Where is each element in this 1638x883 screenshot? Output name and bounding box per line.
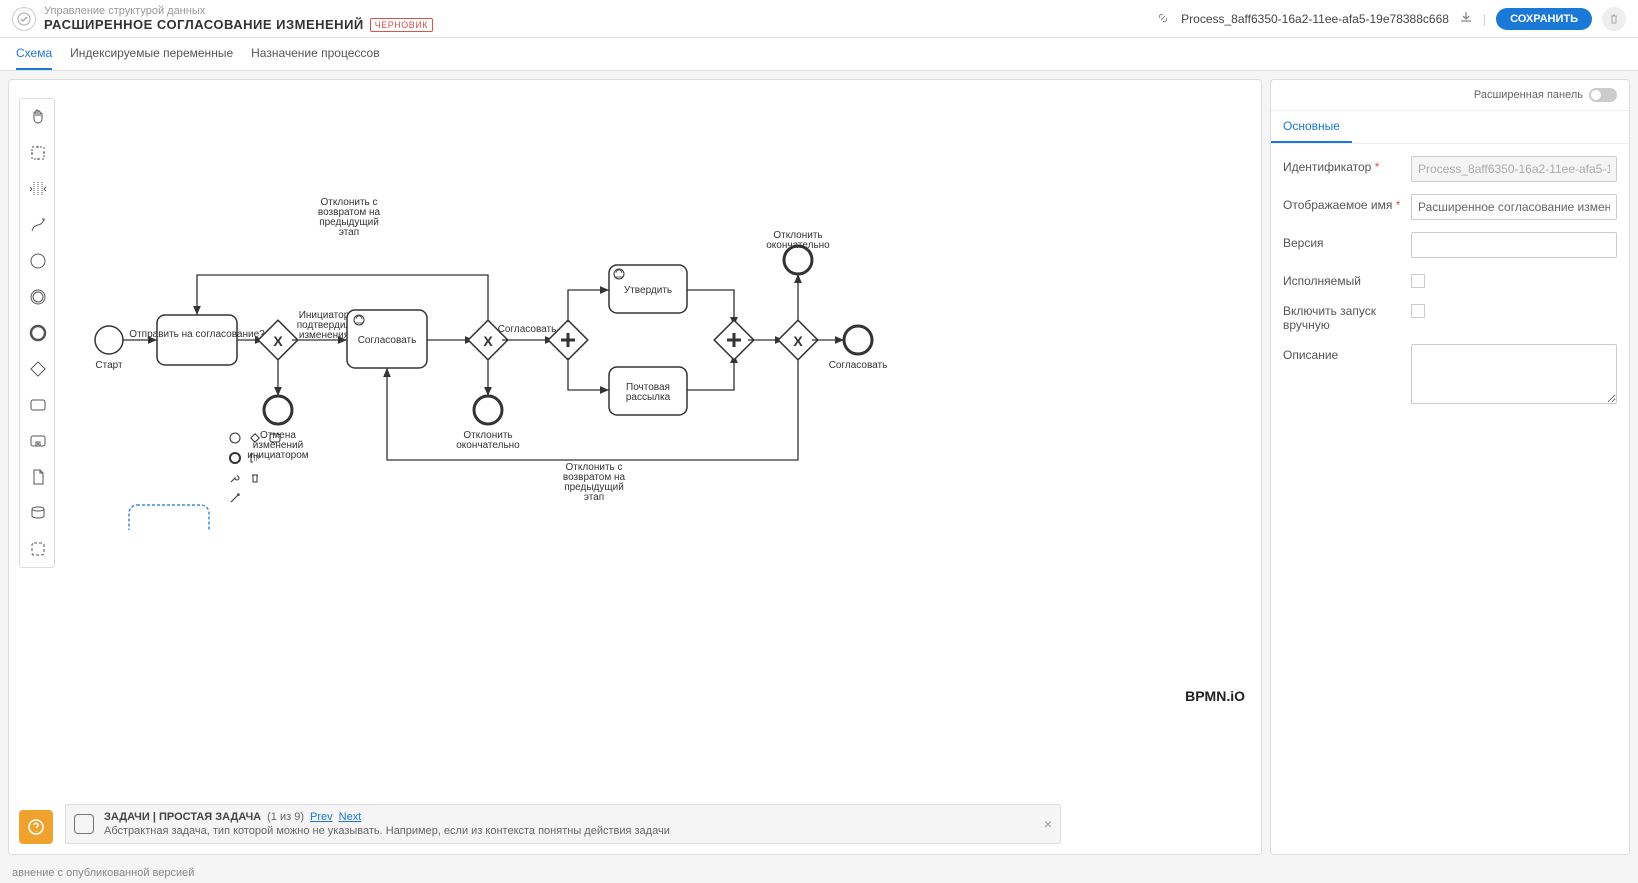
tabs: Схема Индексируемые переменные Назначени… (0, 38, 1638, 71)
data-store-tool[interactable] (20, 495, 56, 531)
svg-text:X: X (483, 333, 493, 349)
field-input-id (1411, 156, 1617, 182)
extended-panel-label: Расширенная панель (1474, 89, 1583, 101)
field-input-name[interactable] (1411, 194, 1617, 220)
intermediate-event-tool[interactable] (20, 279, 56, 315)
svg-text:Согласовать: Согласовать (829, 360, 888, 371)
svg-text:Старт: Старт (95, 360, 123, 371)
svg-text:Отклонить свозвратом напредыду: Отклонить свозвратом напредыдущийэтап (563, 462, 626, 503)
status-badge: ЧЕРНОВИК (370, 18, 433, 32)
download-icon[interactable] (1459, 10, 1473, 27)
start-event-tool[interactable] (20, 243, 56, 279)
group-tool[interactable] (20, 531, 56, 567)
field-label-desc: Описание (1283, 344, 1403, 362)
header: Управление структурой данных РАСШИРЕННОЕ… (0, 0, 1638, 38)
lasso-tool[interactable] (20, 135, 56, 171)
svg-text:Отклонитьокончательно: Отклонитьокончательно (766, 230, 830, 251)
hand-tool[interactable] (20, 99, 56, 135)
issues-prev[interactable]: Prev (310, 811, 333, 823)
page-title: РАСШИРЕННОЕ СОГЛАСОВАНИЕ ИЗМЕНЕНИЙ ЧЕРНО… (44, 17, 433, 32)
svg-text:Инициаторподтвердилизменения: Инициаторподтвердилизменения (297, 310, 352, 341)
svg-text:X: X (793, 333, 803, 349)
subprocess-tool[interactable] (20, 423, 56, 459)
pad-connect[interactable] (227, 490, 243, 506)
field-label-id: Идентификатор * (1283, 156, 1403, 174)
svg-text:Согласовать: Согласовать (358, 335, 417, 346)
bpmn-logo: BPMN.iO (1185, 688, 1245, 704)
svg-text:Утвердить: Утвердить (624, 285, 672, 296)
pad-task[interactable] (267, 430, 283, 446)
svg-text:Согласовать: Согласовать (498, 324, 557, 335)
field-label-name: Отображаемое имя * (1283, 194, 1403, 212)
pad-wrench[interactable] (227, 470, 243, 486)
field-input-version[interactable] (1411, 232, 1617, 258)
field-label-version: Версия (1283, 232, 1403, 250)
space-tool[interactable] (20, 171, 56, 207)
data-object-tool[interactable] (20, 459, 56, 495)
pad-delete[interactable] (247, 470, 263, 486)
task-tool[interactable] (20, 387, 56, 423)
tab-assignment[interactable]: Назначение процессов (251, 38, 379, 70)
svg-text:Отправить на согласование?: Отправить на согласование? (129, 329, 265, 340)
app-icon (12, 7, 36, 31)
field-textarea-desc[interactable] (1411, 344, 1617, 404)
link-icon (1157, 12, 1171, 26)
pad-end-event[interactable] (227, 450, 243, 466)
sidebar-tab-main[interactable]: Основные (1271, 111, 1352, 143)
connect-tool[interactable] (20, 207, 56, 243)
context-pad (227, 430, 283, 506)
field-label-manual: Включить запуск вручную (1283, 300, 1403, 332)
delete-button[interactable] (1602, 7, 1626, 31)
help-button[interactable] (19, 810, 53, 844)
field-label-exec: Исполняемый (1283, 270, 1403, 288)
svg-text:Почтоваярассылка: Почтоваярассылка (626, 382, 671, 403)
issues-count: (1 из 9) (267, 811, 304, 823)
tab-schema[interactable]: Схема (16, 38, 52, 70)
bpmn-diagram[interactable]: Старт Отправить на согласование? X Отмен… (79, 150, 929, 530)
pad-start-event[interactable] (227, 430, 243, 446)
pad-gateway[interactable] (247, 430, 263, 446)
canvas[interactable]: Старт Отправить на согласование? X Отмен… (8, 79, 1262, 855)
issues-title: ЗАДАЧИ | ПРОСТАЯ ЗАДАЧА (104, 811, 261, 823)
pad-annotation[interactable] (247, 450, 263, 466)
issues-desc: Абстрактная задача, тип которой можно не… (104, 825, 1034, 837)
svg-text:Отклонить свозвратом напредыду: Отклонить свозвратом напредыдущийэтап (318, 197, 381, 238)
save-button[interactable]: СОХРАНИТЬ (1496, 8, 1592, 30)
issues-close[interactable]: × (1044, 816, 1052, 832)
issues-next[interactable]: Next (339, 811, 362, 823)
field-check-exec[interactable] (1411, 274, 1425, 288)
extended-panel-toggle[interactable] (1589, 88, 1617, 102)
tab-variables[interactable]: Индексируемые переменные (70, 38, 233, 70)
gateway-tool[interactable] (20, 351, 56, 387)
svg-text:X: X (273, 333, 283, 349)
process-id: Process_8aff6350-16a2-11ee-afa5-19e78388… (1181, 12, 1449, 26)
footer-status: авнение с опубликованной версией (0, 863, 1638, 883)
svg-text:Отклонитьокончательно: Отклонитьокончательно (456, 430, 520, 451)
tool-palette (19, 98, 55, 568)
properties-panel: Расширенная панель Основные Идентификато… (1270, 79, 1630, 855)
breadcrumb[interactable]: Управление структурой данных (44, 5, 433, 17)
issues-bar: ЗАДАЧИ | ПРОСТАЯ ЗАДАЧА (1 из 9) Prev Ne… (65, 804, 1061, 844)
issues-icon (74, 814, 94, 834)
field-check-manual[interactable] (1411, 304, 1425, 318)
end-event-tool[interactable] (20, 315, 56, 351)
